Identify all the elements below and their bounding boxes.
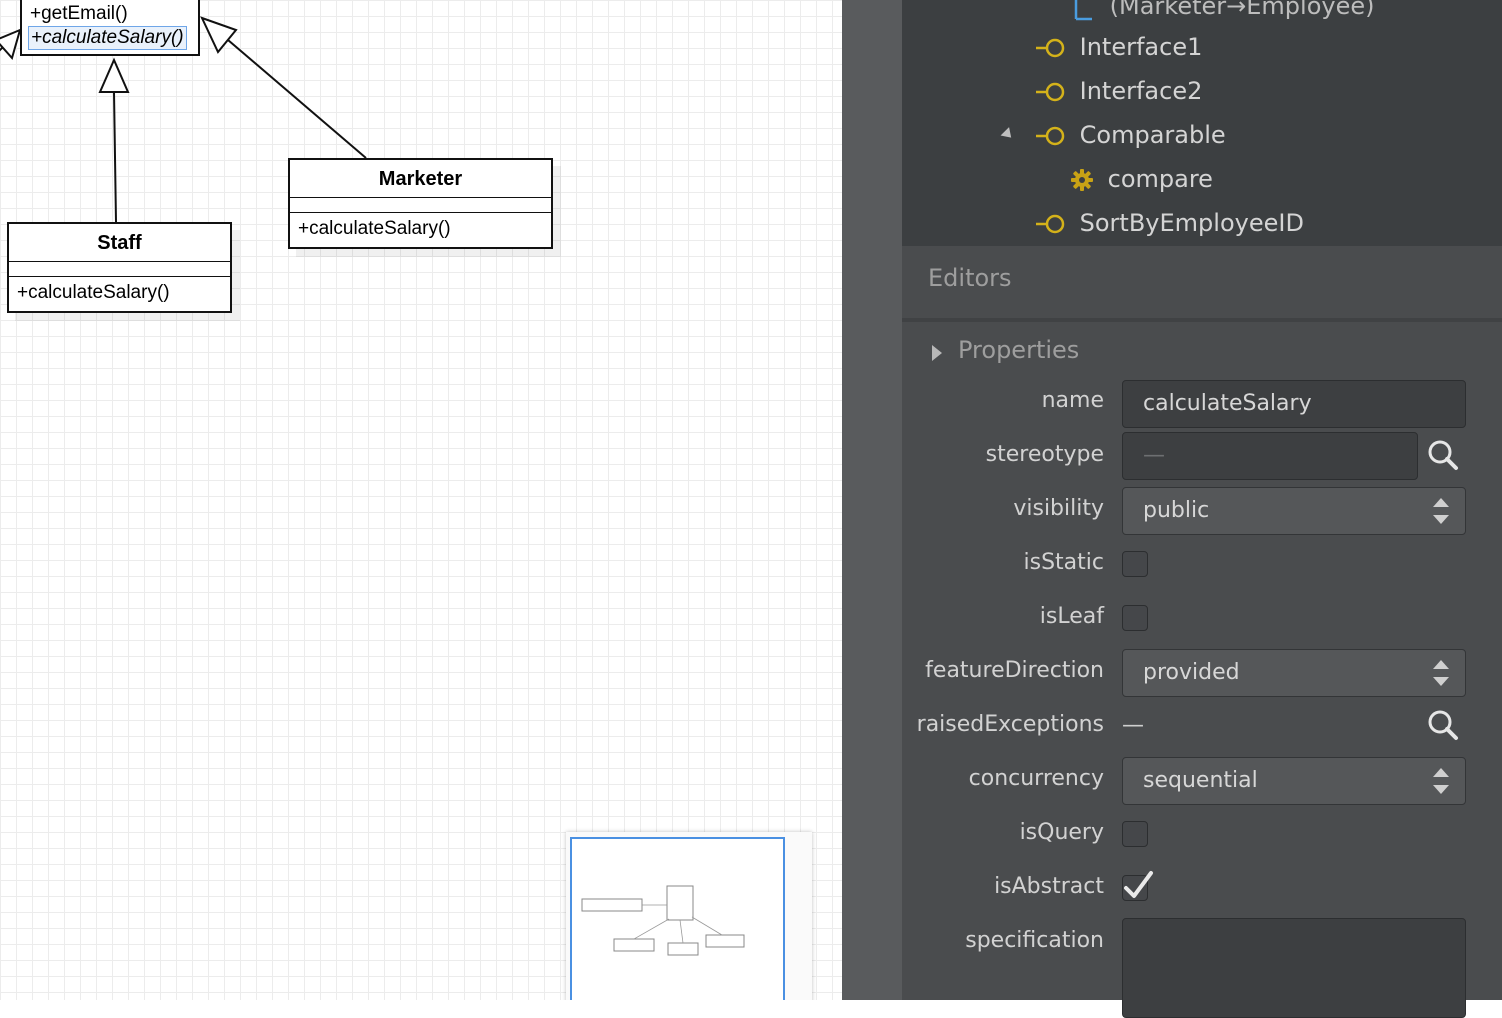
- generalization-arrowhead: [98, 57, 130, 93]
- panel-gutter: [842, 0, 902, 1000]
- interface-icon: [1036, 82, 1065, 102]
- feature-direction-select[interactable]: provided: [1122, 649, 1466, 697]
- tree-item-compare[interactable]: compare: [1070, 159, 1213, 199]
- diagram-canvas[interactable]: +getEmail() +calculateSalary() Staff +ca…: [0, 0, 842, 1000]
- is-query-checkbox[interactable]: [1122, 821, 1148, 847]
- generalization-icon: [1074, 0, 1092, 21]
- is-leaf-checkbox[interactable]: [1122, 605, 1148, 631]
- tree-item-label: compare: [1107, 165, 1213, 193]
- operation-calculate-salary[interactable]: +calculateSalary(): [290, 213, 551, 247]
- tree-item-sort-by-employee-id[interactable]: SortByEmployeeID: [1036, 203, 1304, 243]
- editors-panel: Editors Properties name calculateSalary …: [902, 246, 1502, 1018]
- tree-item-interface1[interactable]: Interface1: [1036, 27, 1202, 67]
- generalization-marketer-edge[interactable]: [227, 39, 367, 159]
- editors-title: Editors: [928, 264, 1012, 292]
- feature-direction-value: provided: [1143, 660, 1240, 685]
- specification-textarea[interactable]: [1122, 918, 1466, 1018]
- attribute-compartment: [290, 198, 551, 213]
- tree-item-label: Comparable: [1079, 121, 1226, 149]
- prop-label-stereotype: stereotype: [985, 442, 1104, 467]
- prop-label-specification: specification: [965, 928, 1104, 953]
- staff-class[interactable]: Staff +calculateSalary(): [7, 222, 232, 313]
- tree-item-comparable[interactable]: Comparable: [1036, 115, 1226, 155]
- concurrency-value: sequential: [1143, 768, 1258, 793]
- stereotype-input[interactable]: —: [1122, 432, 1418, 480]
- minimap-viewport[interactable]: [570, 837, 785, 1000]
- editors-header: Editors: [902, 246, 1502, 322]
- class-name: Staff: [9, 224, 230, 262]
- generalization-staff-edge[interactable]: [113, 91, 117, 223]
- is-static-checkbox[interactable]: [1122, 551, 1148, 577]
- operation-get-email[interactable]: +getEmail(): [28, 2, 198, 26]
- select-spinner-icon: [1431, 498, 1451, 524]
- interface-icon: [1036, 38, 1065, 58]
- visibility-select[interactable]: public: [1122, 487, 1466, 535]
- marketer-class[interactable]: Marketer +calculateSalary(): [288, 158, 553, 249]
- tree-expander-expanded-icon[interactable]: [1000, 127, 1016, 142]
- tree-item-interface2[interactable]: Interface2: [1036, 71, 1202, 111]
- stereotype-search-icon[interactable]: [1426, 438, 1460, 472]
- prop-label-name: name: [1041, 388, 1104, 413]
- tree-item-generalization[interactable]: (Marketer→Employee): [1068, 0, 1374, 26]
- model-explorer-tree[interactable]: (Marketer→Employee) Interface1 Interface…: [902, 0, 1502, 246]
- prop-label-feature-direction: featureDirection: [925, 658, 1104, 683]
- generalization-arrowhead: [0, 28, 22, 61]
- generalization-arrowhead: [200, 16, 238, 54]
- tree-item-label: Interface1: [1079, 33, 1203, 61]
- operation-calculate-salary-selected[interactable]: +calculateSalary(): [28, 26, 187, 50]
- attribute-compartment: [9, 262, 230, 277]
- interface-icon: [1036, 126, 1065, 146]
- prop-label-visibility: visibility: [1013, 496, 1104, 521]
- operation-gear-icon: [1071, 169, 1093, 191]
- class-name: Marketer: [290, 160, 551, 198]
- raised-exceptions-search-icon[interactable]: [1426, 708, 1460, 742]
- name-input[interactable]: calculateSalary: [1122, 380, 1466, 428]
- select-spinner-icon: [1431, 660, 1451, 686]
- visibility-value: public: [1143, 498, 1210, 523]
- prop-label-is-abstract: isAbstract: [994, 874, 1104, 899]
- employee-class[interactable]: +getEmail() +calculateSalary(): [20, 0, 200, 56]
- operation-calculate-salary[interactable]: +calculateSalary(): [9, 277, 230, 311]
- prop-label-concurrency: concurrency: [968, 766, 1104, 791]
- minimap-thumbnail: [581, 885, 745, 956]
- select-spinner-icon: [1431, 768, 1451, 794]
- tree-item-label: SortByEmployeeID: [1079, 209, 1304, 237]
- diagram-minimap[interactable]: [566, 832, 812, 1000]
- properties-collapse-icon[interactable]: [932, 345, 942, 361]
- interface-icon: [1036, 214, 1065, 234]
- properties-section-title[interactable]: Properties: [958, 336, 1079, 364]
- prop-label-is-query: isQuery: [1019, 820, 1104, 845]
- concurrency-select[interactable]: sequential: [1122, 757, 1466, 805]
- is-abstract-checkbox[interactable]: [1122, 871, 1153, 901]
- tree-item-label: (Marketer→Employee): [1109, 0, 1375, 20]
- tree-item-label: Interface2: [1079, 77, 1203, 105]
- prop-label-is-leaf: isLeaf: [1039, 604, 1104, 629]
- prop-label-raised-exceptions: raisedExceptions: [916, 712, 1104, 737]
- raised-exceptions-value: —: [1122, 713, 1144, 738]
- prop-label-is-static: isStatic: [1023, 550, 1104, 575]
- checkmark-icon: [1124, 871, 1153, 898]
